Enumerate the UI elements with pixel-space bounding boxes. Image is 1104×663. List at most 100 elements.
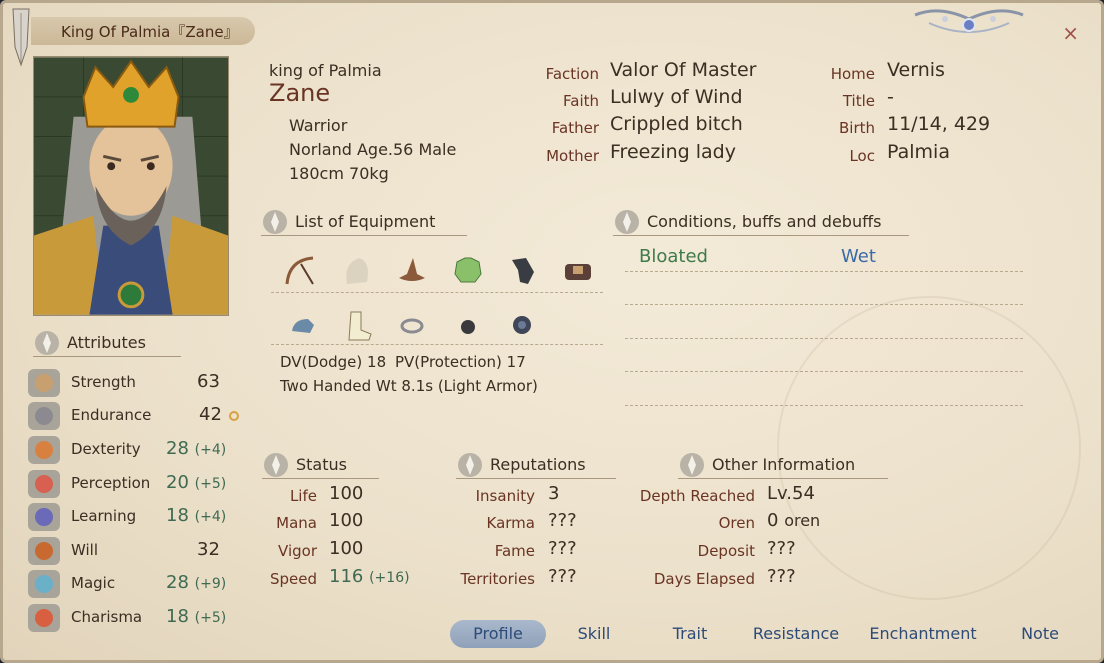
tab-trait[interactable]: Trait	[659, 620, 721, 648]
status-label: Life	[289, 487, 317, 505]
conditions-header: Conditions, buffs and debuffs	[613, 210, 909, 236]
quill-icon	[12, 8, 30, 67]
other-info-number: Lv.54	[767, 483, 815, 504]
section-marker-icon	[264, 453, 288, 477]
condition-bloated: Bloated	[639, 246, 708, 267]
attribute-value: 18 (+4)	[166, 505, 226, 526]
status-number: 100	[329, 483, 364, 504]
magic-rune-icon	[28, 570, 60, 598]
status-value: 100	[329, 510, 363, 531]
attribute-name: Perception	[71, 474, 151, 492]
tab-note[interactable]: Note	[1015, 620, 1065, 648]
attribute-name: Endurance	[71, 406, 152, 424]
ribbon-icon	[28, 604, 60, 632]
detail-label-faction: Faction	[545, 65, 599, 83]
other-info-label: Oren	[718, 514, 755, 532]
detail-value-father: Crippled bitch	[610, 113, 743, 135]
status-label: Vigor	[278, 542, 317, 560]
character-alias: king of Palmia	[269, 61, 382, 80]
dv-value: DV(Dodge) 18	[280, 353, 387, 371]
crossed-swords-icon	[28, 369, 60, 397]
detail-label-father: Father	[551, 119, 599, 137]
reputation-value: ???	[548, 538, 577, 559]
section-marker-icon	[615, 210, 639, 234]
amulet-dex-icon	[28, 436, 60, 464]
other-info-value: ???	[767, 538, 796, 559]
close-button[interactable]: ×	[1062, 21, 1079, 45]
attribute-name: Dexterity	[71, 440, 141, 458]
attribute-number: 20	[166, 472, 189, 493]
status-label: Speed	[269, 570, 317, 588]
detail-value-faction: Valor Of Master	[610, 59, 757, 81]
section-marker-icon	[263, 210, 287, 234]
hat-icon[interactable]	[395, 254, 429, 288]
boots-icon[interactable]	[341, 308, 375, 342]
attribute-row-magic: Magic 28 (+9)	[27, 569, 227, 598]
attribute-bonus: (+9)	[194, 576, 227, 592]
tab-skill[interactable]: Skill	[563, 620, 625, 648]
attribute-name: Learning	[71, 507, 137, 525]
ring-icon[interactable]	[395, 309, 429, 343]
character-class: Warrior	[289, 116, 348, 135]
tab-profile[interactable]: Profile	[450, 620, 546, 648]
cloak-icon[interactable]	[339, 254, 373, 288]
status-number: 116	[329, 566, 364, 587]
attribute-bonus: (+5)	[194, 476, 227, 492]
detail-value-mother: Freezing lady	[610, 141, 736, 163]
attribute-value: 18 (+5)	[166, 606, 226, 627]
belt-icon[interactable]	[561, 256, 595, 290]
endurance-indicator-icon	[229, 411, 239, 421]
shield-icon[interactable]	[505, 308, 539, 342]
tab-enchantment[interactable]: Enchantment	[863, 620, 983, 648]
character-portrait	[33, 56, 229, 316]
conditions-divider	[625, 371, 1023, 372]
character-race-age-sex: Norland Age.56 Male	[289, 140, 457, 159]
attribute-name: Will	[71, 541, 99, 559]
attribute-row-strength: Strength 63	[27, 368, 227, 397]
attribute-number: 28	[166, 572, 189, 593]
reputation-label: Territories	[460, 570, 535, 588]
attribute-value: 32	[197, 539, 220, 560]
status-value: 100	[329, 483, 363, 504]
status-value: 100	[329, 538, 363, 559]
reputation-number: 3	[548, 483, 560, 504]
other-info-value: 0 oren	[767, 510, 820, 531]
equipment-divider-2	[271, 344, 603, 345]
other-information-header: Other Information	[678, 453, 888, 479]
conditions-divider	[625, 405, 1023, 406]
status-value: 116 (+16)	[329, 566, 410, 587]
attribute-number: 18	[166, 505, 189, 526]
attribute-bonus: (+4)	[194, 442, 227, 458]
conditions-divider	[625, 271, 1023, 272]
detail-label-title: Title	[842, 92, 875, 110]
section-marker-icon	[680, 453, 704, 477]
attribute-value: 42	[199, 404, 222, 425]
reputation-label: Insanity	[475, 487, 535, 505]
window-title: King Of Palmia『Zane』	[31, 17, 255, 45]
pv-value: PV(Protection) 17	[395, 353, 526, 371]
attribute-row-learning: Learning 18 (+4)	[27, 502, 227, 531]
detail-label-faith: Faith	[563, 92, 599, 110]
other-info-label: Depth Reached	[639, 487, 755, 505]
conditions-divider	[625, 304, 1023, 305]
other-info-number: 0	[767, 510, 779, 531]
attribute-row-charisma: Charisma 18 (+5)	[27, 603, 227, 632]
detail-value-title: -	[887, 86, 894, 108]
other-info-number: ???	[767, 566, 796, 587]
tab-bar: Profile Skill Trait Resistance Enchantme…	[443, 620, 1083, 650]
amulet-icon[interactable]	[451, 309, 485, 343]
attribute-number: 63	[197, 371, 220, 392]
bow-icon[interactable]	[283, 254, 317, 288]
reputation-number: ???	[548, 538, 577, 559]
gauntlet-icon[interactable]	[506, 254, 540, 288]
helmet-icon[interactable]	[286, 309, 320, 343]
reputation-value: 3	[548, 483, 559, 504]
reputations-header: Reputations	[456, 453, 616, 479]
reputation-label: Karma	[486, 514, 535, 532]
crown-ornament-icon	[914, 9, 1024, 33]
attribute-row-endurance: Endurance 42	[27, 401, 227, 430]
armor-icon[interactable]	[451, 254, 485, 288]
attribute-name: Charisma	[71, 608, 143, 626]
tab-resistance[interactable]: Resistance	[748, 620, 844, 648]
attribute-value: 63	[197, 371, 220, 392]
